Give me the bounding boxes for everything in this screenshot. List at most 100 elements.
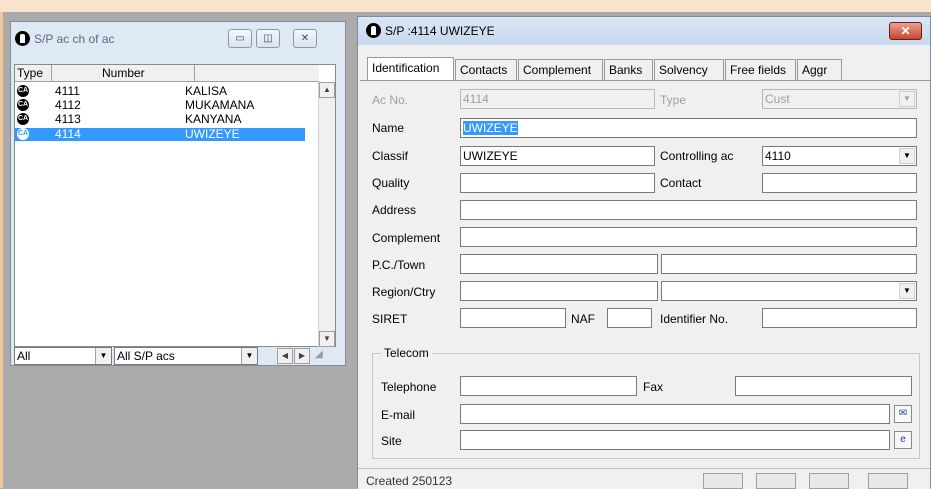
scroll-left-icon[interactable]: ◀ <box>277 348 293 364</box>
mdi-top-strip <box>0 0 931 12</box>
status-bar: Created 250123 <box>358 468 930 489</box>
identification-panel: Ac No. 4114 Type Cust ▼ Name UWIZEYE Cla… <box>360 80 930 460</box>
row-number: 4112 <box>55 98 81 112</box>
row-name: KALISA <box>185 84 228 98</box>
column-name[interactable] <box>195 65 319 82</box>
row-number: 4114 <box>55 127 81 141</box>
site-label: Site <box>381 434 402 448</box>
tab-aggr[interactable]: Aggr <box>797 59 842 81</box>
identifier-label: Identifier No. <box>660 312 729 326</box>
column-number[interactable]: Number <box>52 65 195 82</box>
detail-titlebar: S/P :4114 UWIZEYE ✕ <box>358 17 930 45</box>
name-value: UWIZEYE <box>463 121 518 135</box>
controlling-ac-value: 4110 <box>765 149 791 163</box>
account-detail-window: S/P :4114 UWIZEYE ✕ Identification Conta… <box>357 16 931 489</box>
accounts-list[interactable]: Type Number CA 4111 KALISA CA 4112 MUKAM… <box>14 64 336 347</box>
row-name: KANYANA <box>185 112 242 126</box>
list-item[interactable]: CA 4111 KALISA <box>15 85 305 98</box>
chevron-down-icon[interactable]: ▼ <box>899 148 915 164</box>
ca-badge-icon: CA <box>17 99 29 111</box>
mdi-left-edge <box>0 12 3 488</box>
list-item-selected[interactable]: CA 4114 UWIZEYE <box>15 128 305 141</box>
country-select[interactable]: ▼ <box>661 281 917 301</box>
complement-field[interactable] <box>460 227 917 247</box>
row-name: MUKAMANA <box>185 98 255 112</box>
resize-grip-icon[interactable]: ◢ <box>315 348 323 362</box>
filter-select-accounts[interactable]: All S/P acs ▼ <box>114 347 258 365</box>
telephone-field[interactable] <box>460 376 637 396</box>
scroll-up-icon[interactable]: ▲ <box>319 82 335 98</box>
row-number: 4111 <box>55 84 80 98</box>
identifier-field[interactable] <box>762 308 917 328</box>
fax-field[interactable] <box>735 376 912 396</box>
browser-icon[interactable]: e <box>894 431 912 449</box>
site-field[interactable] <box>460 430 890 450</box>
controlling-ac-label: Controlling ac <box>660 149 734 163</box>
search-icon[interactable] <box>809 473 849 489</box>
chevron-down-icon: ▼ <box>899 91 915 107</box>
filter-select-type[interactable]: All ▼ <box>14 347 112 365</box>
telecom-group-label: Telecom <box>381 346 432 360</box>
contact-label: Contact <box>660 176 702 190</box>
action-button-1-icon[interactable] <box>703 473 743 489</box>
filter-accounts-value: All S/P acs <box>117 349 175 363</box>
quality-field[interactable] <box>460 173 655 193</box>
chevron-down-icon[interactable]: ▼ <box>899 283 915 299</box>
ca-badge-icon: CA <box>17 113 29 125</box>
address-label: Address <box>372 203 417 217</box>
tab-contacts[interactable]: Contacts <box>455 59 517 81</box>
ac-no-label: Ac No. <box>372 93 409 107</box>
restore-button[interactable]: ◫ <box>256 29 280 48</box>
tab-banks[interactable]: Banks <box>604 59 653 81</box>
town-field[interactable] <box>661 254 917 274</box>
siret-field[interactable] <box>460 308 566 328</box>
email-field[interactable] <box>460 404 890 424</box>
complement-label: Complement <box>372 231 441 245</box>
tab-free-fields[interactable]: Free fields <box>725 59 796 81</box>
detail-window-title: S/P :4114 UWIZEYE <box>385 24 495 38</box>
telephone-label: Telephone <box>381 380 437 394</box>
pc-town-label: P.C./Town <box>372 258 426 272</box>
region-ctry-label: Region/Ctry <box>372 285 436 299</box>
contact-field[interactable] <box>762 173 917 193</box>
ca-badge-icon: CA <box>17 128 29 140</box>
row-name: UWIZEYE <box>185 127 240 141</box>
list-window-title: S/P ac ch of ac <box>34 32 115 46</box>
close-button[interactable]: ✕ <box>889 22 922 40</box>
quality-label: Quality <box>372 176 410 190</box>
tab-solvency[interactable]: Solvency <box>654 59 724 81</box>
action-button-2-icon[interactable] <box>756 473 796 489</box>
email-compose-icon[interactable]: ✉ <box>894 405 912 423</box>
scroll-right-icon[interactable]: ▶ <box>294 348 310 364</box>
type-label: Type <box>660 93 687 107</box>
email-label: E-mail <box>381 408 416 422</box>
close-button[interactable]: ✕ <box>293 29 317 48</box>
vertical-scrollbar[interactable]: ▲ ▼ <box>318 82 335 347</box>
fax-label: Fax <box>643 380 664 394</box>
siret-label: SIRET <box>372 312 408 326</box>
filter-type-value: All <box>17 349 31 363</box>
tab-complement[interactable]: Complement <box>518 59 603 81</box>
list-item[interactable]: CA 4113 KANYANA <box>15 113 305 126</box>
list-item[interactable]: CA 4112 MUKAMANA <box>15 99 305 112</box>
controlling-ac-select[interactable]: 4110 ▼ <box>762 146 917 166</box>
region-field[interactable] <box>460 281 658 301</box>
name-field[interactable]: UWIZEYE <box>460 118 917 138</box>
classif-field[interactable]: UWIZEYE <box>460 146 655 166</box>
list-header: Type Number <box>15 65 319 82</box>
postal-code-field[interactable] <box>460 254 658 274</box>
chevron-down-icon[interactable]: ▼ <box>95 348 111 364</box>
ca-badge-icon: CA <box>17 85 29 97</box>
minimize-button[interactable]: ▭ <box>228 29 252 48</box>
telecom-group: Telecom Telephone Fax E-mail ✉ Site e <box>372 346 920 459</box>
row-number: 4113 <box>55 112 81 126</box>
address-field[interactable] <box>460 200 917 220</box>
accounts-list-window: S/P ac ch of ac ▭ ◫ ✕ Type Number CA 411… <box>10 21 346 366</box>
glasses-icon[interactable] <box>868 473 908 489</box>
column-type[interactable]: Type <box>15 65 52 82</box>
naf-field[interactable] <box>607 308 652 328</box>
scroll-down-icon[interactable]: ▼ <box>319 331 335 347</box>
tab-identification[interactable]: Identification <box>367 57 454 82</box>
chevron-down-icon[interactable]: ▼ <box>241 348 257 364</box>
type-select: Cust ▼ <box>762 89 917 109</box>
